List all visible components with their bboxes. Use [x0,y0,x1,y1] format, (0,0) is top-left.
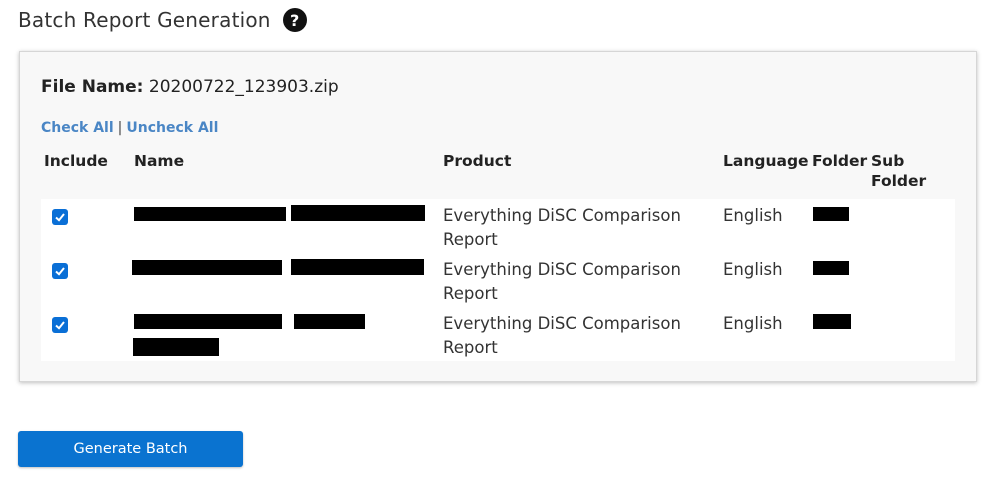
language-cell: English [723,260,783,279]
product-line1: Everything DiSC Comparison [443,314,681,333]
header-name: Name [134,152,185,170]
file-name-value: 20200722_123903.zip [148,77,339,97]
include-checkbox[interactable] [52,209,68,225]
header-folder: Folder [812,152,868,170]
header-product: Product [443,152,512,170]
redacted-folder [813,207,849,221]
product-line1: Everything DiSC Comparison [443,260,681,279]
uncheck-all-link[interactable]: Uncheck All [126,120,218,136]
header-sub-folder-line2: Folder [871,172,927,190]
redacted-name [291,205,425,221]
redacted-folder [813,314,851,329]
table-row: Everything DiSC Comparison Report Englis… [41,253,955,307]
product-cell: Everything DiSC Comparison Report [443,258,703,306]
header-include: Include [44,152,108,170]
checkmark-icon [55,321,65,330]
product-cell: Everything DiSC Comparison Report [443,312,703,360]
include-checkbox[interactable] [52,317,68,333]
table-row: Everything DiSC Comparison Report Englis… [41,307,955,361]
redacted-name [132,260,282,275]
redacted-name [294,314,365,329]
checkmark-icon [55,213,65,222]
product-line2: Report [443,284,498,303]
header-language: Language [723,152,809,170]
product-line1: Everything DiSC Comparison [443,206,681,225]
checkmark-icon [55,267,65,276]
file-name-label: File Name: [41,77,144,97]
include-checkbox[interactable] [52,263,68,279]
redacted-name [134,207,286,221]
generate-batch-button[interactable]: Generate Batch [18,431,243,467]
language-cell: English [723,314,783,333]
batch-panel: File Name: 20200722_123903.zip Check All… [19,51,977,382]
language-cell: English [723,206,783,225]
redacted-folder [813,261,849,275]
file-name-line: File Name: 20200722_123903.zip [41,77,339,97]
check-links: Check All | Uncheck All [41,120,218,136]
help-icon[interactable]: ? [282,8,307,32]
header-sub-folder: Sub Folder [871,151,926,191]
header-sub-folder-line1: Sub [871,152,905,170]
link-separator: | [117,120,123,136]
redacted-name [134,314,282,329]
product-line2: Report [443,338,498,357]
redacted-name [291,259,424,275]
page-title-text: Batch Report Generation [18,8,271,32]
page-title: Batch Report Generation ? [18,8,307,32]
product-line2: Report [443,230,498,249]
product-cell: Everything DiSC Comparison Report [443,204,703,252]
check-all-link[interactable]: Check All [41,120,114,136]
table-row: Everything DiSC Comparison Report Englis… [41,199,955,253]
redacted-name [133,338,219,356]
